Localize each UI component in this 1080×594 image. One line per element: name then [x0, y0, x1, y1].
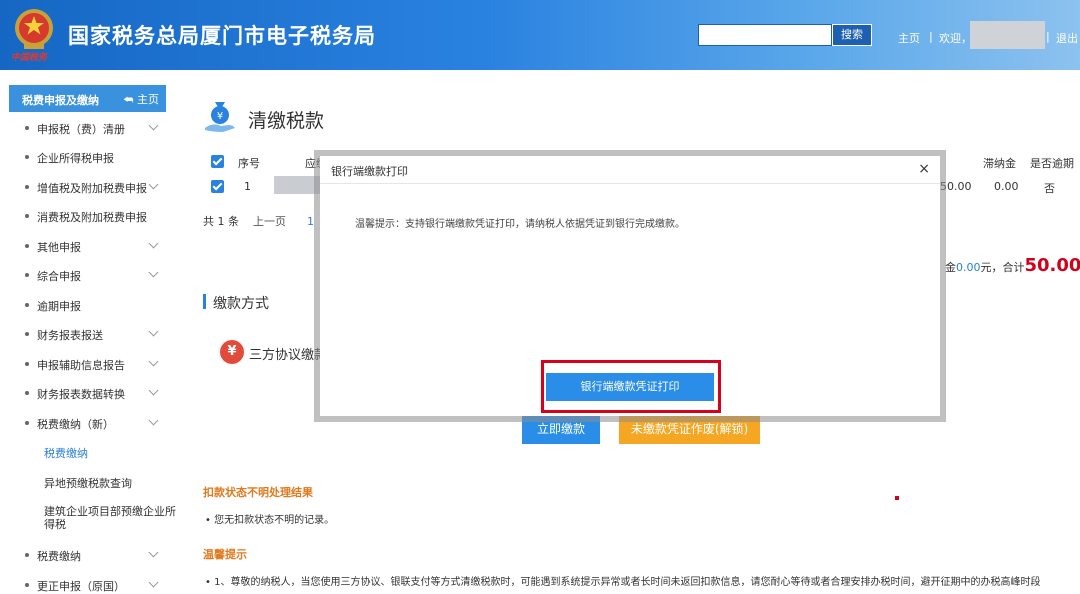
sidebar-item-label: 申报辅助信息报告: [37, 359, 125, 372]
nav-separator: |: [1046, 30, 1050, 43]
sidebar-item[interactable]: 申报辅助信息报告: [25, 354, 165, 376]
sidebar-header-title: 税费申报及缴纳: [22, 94, 99, 107]
bullet: [25, 332, 29, 336]
close-icon[interactable]: ×: [918, 161, 930, 177]
sidebar-item[interactable]: 消费税及附加税费申报: [25, 206, 165, 228]
bullet: [25, 273, 29, 277]
sidebar-item-label: 增值税及附加税费申报: [37, 182, 147, 195]
chevron-down-icon: [148, 577, 159, 588]
sidebar-item[interactable]: 税费缴纳: [25, 545, 165, 567]
nav-logout-link[interactable]: 退出: [1056, 30, 1078, 46]
row-checkbox[interactable]: [211, 180, 224, 193]
row-index: 1: [244, 180, 251, 193]
chevron-down-icon: [148, 547, 159, 558]
search-input[interactable]: [698, 24, 832, 46]
sidebar-item-label: 财务报表数据转换: [37, 388, 125, 401]
col-header-index: 序号: [238, 157, 260, 170]
row-late-fee: 0.00: [994, 180, 1019, 193]
section-title-payment-method: 缴款方式: [213, 296, 269, 312]
bullet: [25, 553, 29, 557]
nav-separator: |: [929, 30, 933, 43]
chevron-down-icon: [148, 385, 159, 396]
chevron-down-icon: [148, 179, 159, 190]
sidebar-item-label: 税费缴纳（新）: [37, 418, 114, 431]
site-title: 国家税务总局厦门市电子税务局: [68, 24, 376, 48]
row-overdue: 否: [1044, 182, 1055, 195]
sidebar-header[interactable]: 税费申报及缴纳 ⮪ 主页: [9, 85, 166, 112]
deduction-status-title: 扣款状态不明处理结果: [203, 486, 313, 499]
sidebar-item[interactable]: 财务报表报送: [25, 324, 165, 346]
tip-line: • 1、尊敬的纳税人，当您使用三方协议、银联支付等方式清缴税款时，可能遇到系统提…: [205, 577, 1041, 588]
total-value: 50.00: [1024, 255, 1080, 276]
bullet: [25, 155, 29, 159]
bullet: [25, 185, 29, 189]
sidebar-item-label: 申报税（费）清册: [37, 123, 125, 136]
total-summary: 金0.00元，合计50.00元。: [945, 255, 1080, 276]
page-title: 清缴税款: [248, 110, 325, 132]
sidebar-item-label: 综合申报: [37, 270, 81, 283]
col-header-overdue: 是否逾期: [1030, 157, 1074, 170]
sidebar-item[interactable]: 其他申报: [25, 236, 165, 258]
sidebar-item[interactable]: 企业所得税申报: [25, 147, 165, 169]
modal-title: 银行端缴款打印: [331, 165, 408, 178]
sidebar-item-label: 消费税及附加税费申报: [37, 211, 147, 224]
section-accent-bar: [203, 294, 206, 309]
total-sub-value: 0.00: [956, 261, 981, 274]
chevron-down-icon: [148, 356, 159, 367]
sidebar-item-label: 税费缴纳: [37, 550, 81, 563]
bullet: [25, 214, 29, 218]
sidebar-item[interactable]: 申报税（费）清册: [25, 118, 165, 140]
modal-tip: 温馨提示：支持银行端缴款凭证打印，请纳税人依据凭证到银行完成缴款。: [355, 219, 685, 230]
tripartite-agreement-icon: ¥: [220, 340, 244, 364]
top-header: 中国税务 国家税务总局厦门市电子税务局 搜索 主页 | 欢迎， | 退出: [0, 0, 1080, 70]
emblem-script: 中国税务: [11, 53, 48, 63]
sidebar-item-label: 企业所得税申报: [37, 152, 114, 165]
sidebar-item-label: 逾期申报: [37, 300, 81, 313]
deduction-status-note: • 您无扣款状态不明的记录。: [205, 515, 335, 526]
bullet: [25, 244, 29, 248]
chevron-down-icon: [148, 267, 159, 278]
tax-emblem-icon: [15, 9, 53, 49]
bullet: [25, 583, 29, 587]
sidebar-subitem[interactable]: 得税: [44, 516, 66, 532]
sidebar-item[interactable]: 增值税及附加税费申报: [25, 177, 165, 199]
bullet: [25, 391, 29, 395]
chevron-down-icon: [148, 120, 159, 131]
bullet: [25, 362, 29, 366]
chevron-down-icon: [148, 415, 159, 426]
sidebar-item[interactable]: 财务报表数据转换: [25, 383, 165, 405]
bullet: [25, 421, 29, 425]
sidebar-item[interactable]: 综合申报: [25, 265, 165, 287]
pager-prev[interactable]: 上一页: [253, 215, 286, 228]
sidebar-subitem[interactable]: 异地预缴税款查询: [44, 475, 132, 491]
nav-welcome: 欢迎，: [939, 32, 972, 45]
red-marker: [895, 496, 899, 500]
pager-count: 共 1 条: [203, 215, 239, 228]
pagination: 共 1 条 上一页 1: [203, 213, 314, 229]
sidebar-item[interactable]: 逾期申报: [25, 295, 165, 317]
sidebar-item-label: 其他申报: [37, 241, 81, 254]
bullet: [25, 303, 29, 307]
svg-text:¥: ¥: [217, 111, 223, 122]
bullet: [25, 126, 29, 130]
username-redacted: [970, 21, 1045, 49]
select-all-checkbox[interactable]: [211, 155, 224, 168]
chevron-down-icon: [148, 326, 159, 337]
money-bag-icon: ¥: [205, 102, 235, 132]
sidebar-item-label: 财务报表报送: [37, 329, 103, 342]
back-arrow-icon: ⮪: [123, 93, 137, 106]
nav-home-link[interactable]: 主页: [898, 30, 920, 46]
sidebar-home-link[interactable]: ⮪ 主页: [123, 91, 159, 107]
sidebar-subitem-active[interactable]: 税费缴纳: [44, 445, 88, 461]
sidebar-item[interactable]: 税费缴纳（新）: [25, 413, 165, 435]
pager-page[interactable]: 1: [307, 215, 314, 228]
search-button[interactable]: 搜索: [832, 24, 872, 46]
modal-header: 银行端缴款打印 ×: [320, 156, 940, 184]
sidebar-item-label: 更正申报（原国）: [37, 580, 125, 593]
tips-title: 温馨提示: [203, 548, 247, 561]
sidebar-item[interactable]: 更正申报（原国）: [25, 575, 165, 594]
chevron-down-icon: [148, 238, 159, 249]
col-header-late-fee: 滞纳金: [983, 157, 1016, 170]
bank-voucher-print-button[interactable]: 银行端缴款凭证打印: [546, 373, 714, 401]
